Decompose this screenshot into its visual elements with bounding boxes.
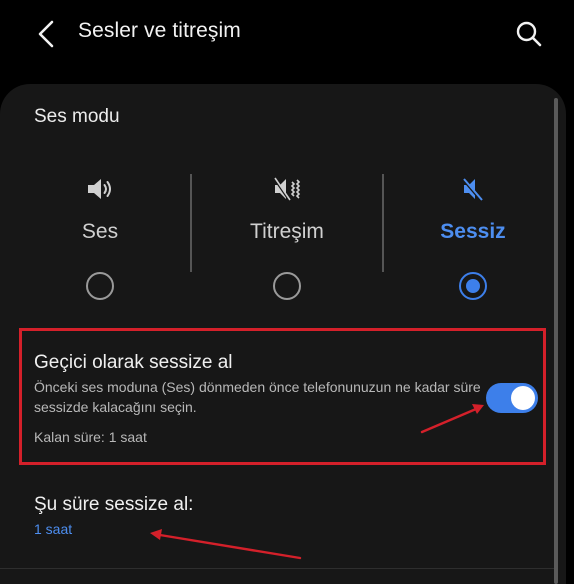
search-button[interactable]: [508, 14, 550, 54]
mute-duration-value[interactable]: 1 saat: [34, 521, 72, 537]
list-divider: [0, 568, 554, 569]
chevron-left-icon: [38, 20, 54, 48]
section-title-sound-mode: Ses modu: [34, 106, 120, 127]
radio-button[interactable]: [86, 272, 114, 300]
mute-icon: [461, 178, 483, 201]
mode-label: Titreşim: [250, 220, 324, 243]
sound-mode-option-vibrate[interactable]: Titreşim: [192, 172, 382, 312]
radio-button[interactable]: [273, 272, 301, 300]
settings-screen: Sesler ve titreşim Ses modu Ses Titreşim…: [0, 0, 574, 584]
volume-icon: [88, 179, 111, 199]
mode-label: Ses: [81, 220, 119, 243]
radio-button-selected[interactable]: [459, 272, 487, 300]
sound-mode-option-mute[interactable]: Sessiz: [378, 172, 568, 312]
search-icon: [516, 21, 542, 47]
temporary-mute-title[interactable]: Geçici olarak sessize al: [34, 352, 233, 374]
temporary-mute-toggle[interactable]: [486, 383, 538, 413]
mode-label: Sessiz: [440, 220, 506, 243]
app-header: Sesler ve titreşim: [0, 0, 574, 68]
back-button[interactable]: [28, 14, 64, 54]
vibrate-icon: [273, 177, 301, 201]
sound-mode-option-sound[interactable]: Ses: [5, 172, 195, 312]
scrollbar[interactable]: [554, 98, 558, 584]
page-title: Sesler ve titreşim: [78, 19, 241, 42]
remaining-time: Kalan süre: 1 saat: [34, 429, 147, 445]
mute-duration-title[interactable]: Şu süre sessize al:: [34, 494, 193, 516]
temporary-mute-description: Önceki ses moduna (Ses) dönmeden önce te…: [34, 379, 481, 415]
